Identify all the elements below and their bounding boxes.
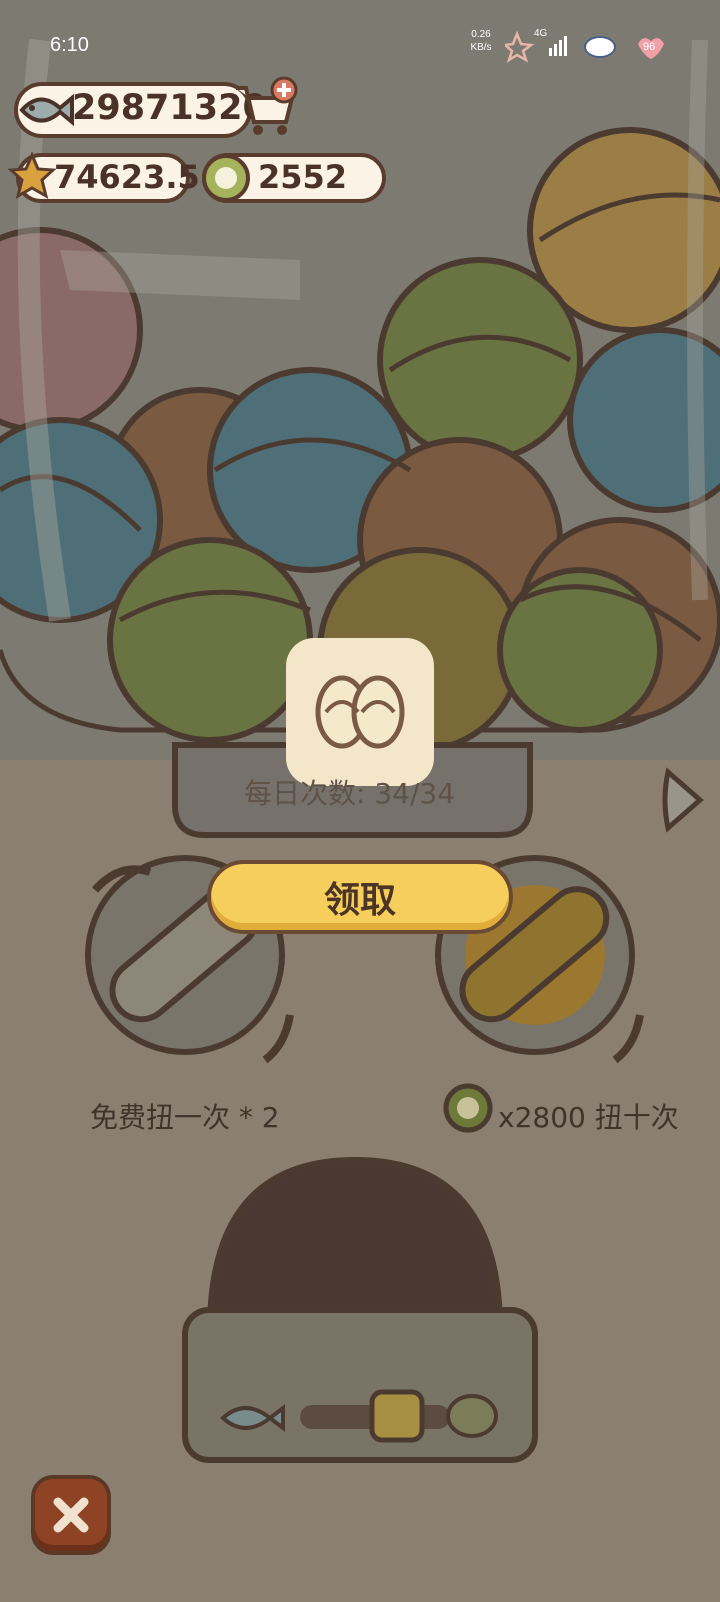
fish-icon (19, 93, 74, 127)
next-arrow-button[interactable] (655, 765, 705, 835)
star-icon (8, 152, 56, 200)
star-currency-value: 74623.5 (54, 158, 200, 196)
network-type: 4G (534, 28, 548, 39)
capsule-halves-icon (315, 675, 405, 749)
close-icon (53, 1497, 89, 1533)
network-speed: 0.26 KB/s (466, 28, 496, 54)
ten-spin-dial[interactable] (438, 860, 638, 1060)
status-icons: 4G 96 (505, 28, 664, 63)
green-coin-icon (202, 154, 250, 202)
daily-count-label: 每日次数: 34/34 (244, 777, 456, 810)
shop-cart-button[interactable] (232, 76, 300, 138)
free-spin-label: 免费扭一次 * 2 (90, 1101, 280, 1134)
ten-spin-label: x2800 扭十次 (498, 1101, 679, 1134)
battery-level: 96 (643, 41, 655, 53)
single-spin-dial[interactable] (88, 860, 288, 1060)
network-speed-value: 0.26 (471, 29, 491, 40)
close-button[interactable] (31, 1475, 111, 1555)
reward-capsule-badge (286, 638, 434, 786)
coin-currency-value: 2552 (258, 158, 348, 196)
status-time: 6:10 (50, 34, 89, 56)
game-scene: 6:10 0.26 KB/s 4G 96 29871320 74623.5 25… (0, 0, 720, 1602)
network-speed-unit: KB/s (470, 42, 492, 53)
